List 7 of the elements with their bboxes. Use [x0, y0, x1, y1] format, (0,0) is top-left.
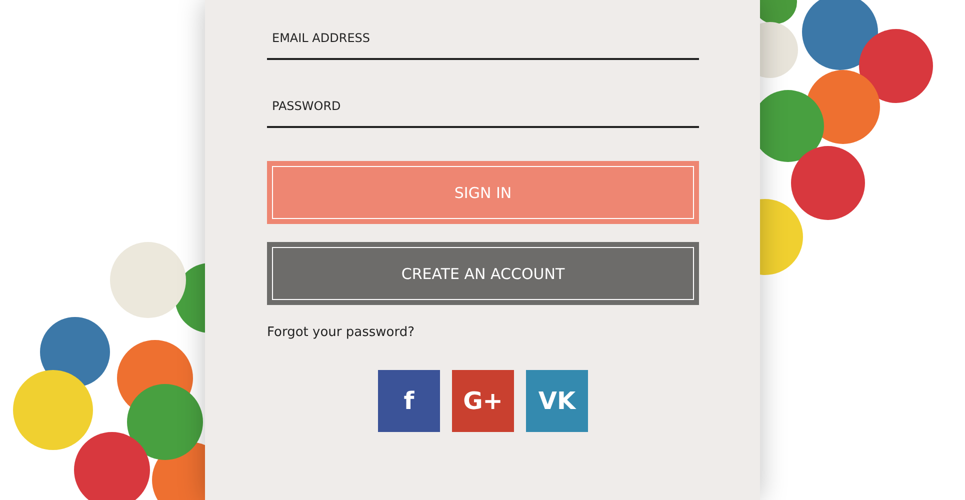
social-login-button[interactable]: G+: [452, 370, 514, 432]
forgot-password-link[interactable]: Forgot your password?: [267, 325, 415, 340]
create-account-button[interactable]: CREATE AN ACCOUNT: [267, 242, 699, 305]
social-login-button[interactable]: f: [378, 370, 440, 432]
email-field[interactable]: EMAIL ADDRESS: [267, 18, 699, 60]
password-field[interactable]: PASSWORD: [267, 86, 699, 128]
social-login-button[interactable]: VK: [526, 370, 588, 432]
